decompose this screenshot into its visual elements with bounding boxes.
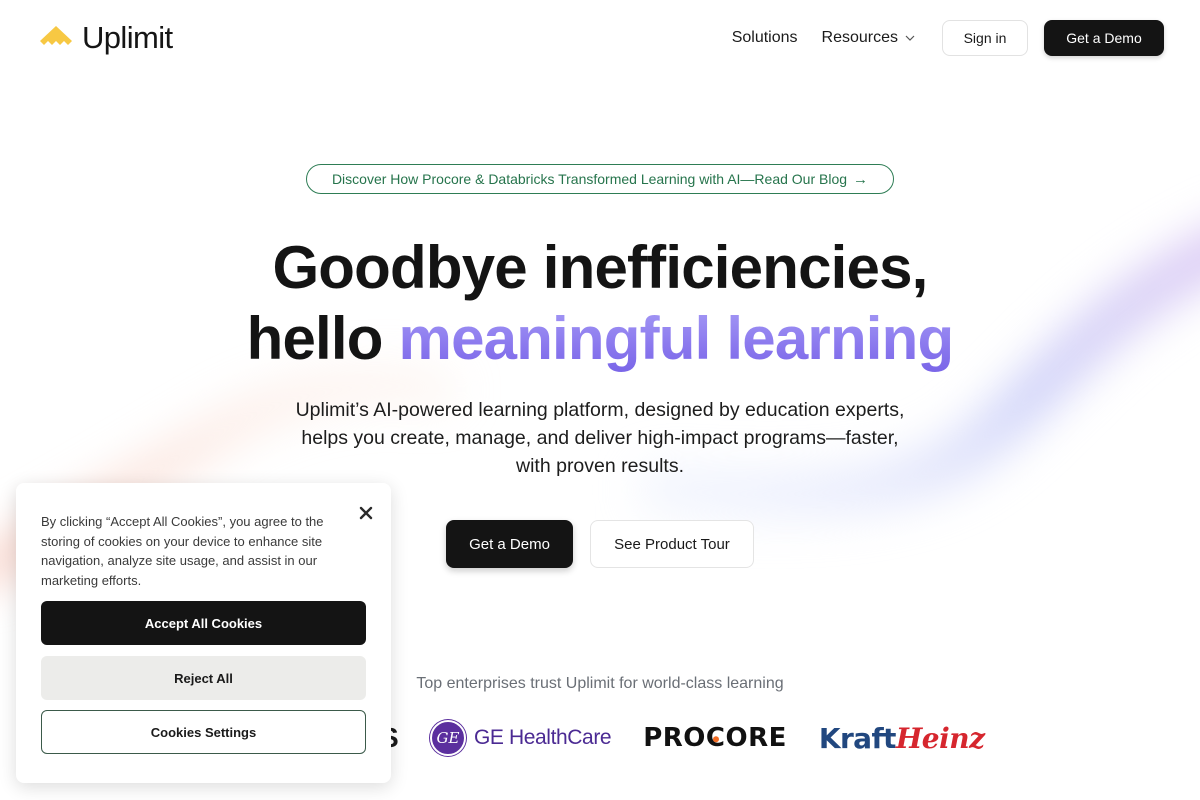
procore-text-pre: PRO bbox=[643, 723, 706, 753]
accept-all-cookies-button[interactable]: Accept All Cookies bbox=[41, 601, 366, 645]
cookie-consent-banner: By clicking “Accept All Cookies”, you ag… bbox=[16, 483, 391, 783]
close-icon bbox=[359, 506, 373, 520]
uplimit-logo-icon bbox=[40, 26, 72, 45]
get-demo-nav-button[interactable]: Get a Demo bbox=[1044, 20, 1164, 56]
cookie-consent-text: By clicking “Accept All Cookies”, you ag… bbox=[41, 514, 324, 588]
nav-solutions[interactable]: Solutions bbox=[732, 29, 798, 47]
procore-logo: PROCORE bbox=[643, 723, 787, 753]
brand-name: Uplimit bbox=[82, 20, 173, 55]
hero-cta-group: Get a Demo See Product Tour bbox=[446, 520, 754, 568]
nav-resources-label: Resources bbox=[821, 29, 898, 46]
subhead-line-1: Uplimit’s AI-powered learning platform, … bbox=[295, 399, 905, 421]
ge-monogram-icon: GE bbox=[430, 720, 466, 756]
nav-resources[interactable]: Resources bbox=[822, 29, 916, 47]
hero-headline: Goodbye inefficiencies, hello meaningful… bbox=[0, 232, 1200, 374]
kraft-heinz-logo: KraftHeinz bbox=[819, 722, 985, 755]
heinz-wordmark: Heinz bbox=[895, 721, 985, 755]
headline-line-2-plain: hello bbox=[246, 305, 399, 372]
cookies-settings-button[interactable]: Cookies Settings bbox=[41, 710, 366, 754]
brand-logo[interactable]: Uplimit bbox=[38, 20, 173, 56]
headline-line-1: Goodbye inefficiencies, bbox=[272, 234, 928, 301]
nav-solutions-label: Solutions bbox=[731, 29, 798, 46]
procore-text-dot: C bbox=[705, 723, 726, 753]
get-demo-button[interactable]: Get a Demo bbox=[446, 520, 573, 568]
subhead-line-2: helps you create, manage, and deliver hi… bbox=[301, 427, 899, 449]
close-cookie-banner-button[interactable] bbox=[356, 503, 376, 523]
kraft-wordmark: Kraft bbox=[818, 721, 897, 755]
customer-logos: S GE GE HealthCare PROCORE KraftHeinz bbox=[380, 716, 985, 760]
product-tour-button[interactable]: See Product Tour bbox=[590, 520, 754, 568]
headline-accent: meaningful learning bbox=[398, 305, 955, 372]
ge-healthcare-wordmark: GE HealthCare bbox=[474, 726, 612, 749]
announcement-text: Discover How Procore & Databricks Transf… bbox=[331, 171, 848, 187]
sign-in-button[interactable]: Sign in bbox=[942, 20, 1028, 56]
reject-all-cookies-button[interactable]: Reject All bbox=[41, 656, 366, 700]
main-nav: Solutions Resources Sign in Get a Demo bbox=[732, 20, 1164, 56]
subhead-line-3: with proven results. bbox=[516, 455, 684, 477]
announcement-banner-link[interactable]: Discover How Procore & Databricks Transf… bbox=[306, 164, 894, 194]
chevron-down-icon bbox=[905, 35, 915, 41]
arrow-right-icon: → bbox=[853, 170, 869, 188]
ge-healthcare-logo: GE GE HealthCare bbox=[430, 720, 612, 756]
hero-subheadline: Uplimit’s AI-powered learning platform, … bbox=[0, 396, 1200, 480]
site-header: Uplimit Solutions Resources Sign in Get … bbox=[0, 0, 1200, 76]
procore-text-post: ORE bbox=[725, 723, 787, 753]
